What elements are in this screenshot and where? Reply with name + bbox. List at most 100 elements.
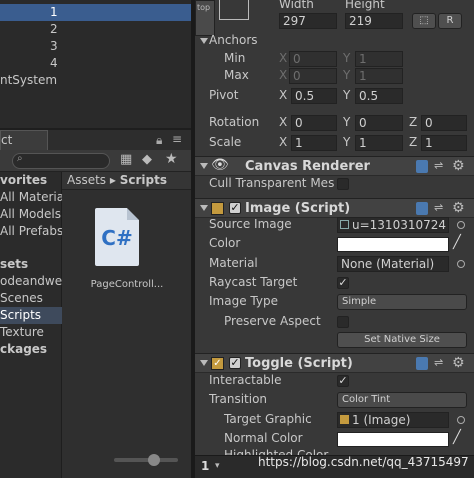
width-field[interactable]: 297 [279,13,337,29]
preset-icon[interactable]: ⇌ [434,159,443,172]
pivot-y-field[interactable]: 0.5 [355,88,403,104]
image-enabled-checkbox[interactable]: ✓ [229,202,241,214]
cull-transparent-checkbox[interactable] [337,178,349,190]
breadcrumb-root[interactable]: Assets [67,173,106,187]
foldout-icon[interactable] [200,360,208,366]
project-toolbar: ⌕ ▦ ◆ ★ [0,150,191,172]
tree-item-folder[interactable]: odeandwe [0,273,62,290]
hierarchy-row[interactable]: ntSystem [0,72,191,89]
component-header-icons: ⇌ ⚙ [416,158,468,174]
tree-item-texture[interactable]: Texture [0,324,62,341]
foldout-icon[interactable] [200,205,208,211]
file-name[interactable]: PageControll... [72,279,182,290]
menu-icon[interactable]: ≡ [172,132,182,146]
label-tag-icon[interactable]: ◆ [142,152,152,167]
gear-icon[interactable]: ⚙ [452,200,465,216]
lock-icon[interactable]: 🔒︎ [156,133,162,148]
source-image-field[interactable]: u=1310310724 [337,217,449,233]
rotation-z-field[interactable]: 0 [421,115,467,131]
target-graphic-field[interactable]: 1 (Image) [337,412,449,428]
image-type-dropdown[interactable]: Simple [337,294,467,310]
height-label: Height [345,0,385,11]
object-picker-icon[interactable] [457,416,465,424]
help-book-icon[interactable] [416,357,428,370]
tree-item-favorites[interactable]: vorites [0,172,62,189]
toggle-enabled-checkbox[interactable]: ✓ [229,357,241,369]
anchor-max-y-field[interactable]: 1 [355,68,403,84]
project-tab[interactable]: ct [0,130,48,150]
object-picker-icon[interactable] [457,260,465,268]
set-native-size-button[interactable]: Set Native Size [337,332,467,348]
tree-item-all-prefabs[interactable]: All Prefabs [0,223,62,240]
icon-size-slider[interactable] [114,458,178,462]
hierarchy-row[interactable]: 4 [0,55,191,72]
foldout-icon[interactable] [200,38,208,44]
help-book-icon[interactable] [416,160,428,173]
slider-handle[interactable] [148,454,160,466]
pivot-x-field[interactable]: 0.5 [291,88,337,104]
x-axis-label: X [279,51,288,65]
eyedropper-icon[interactable]: ╱ [453,235,461,250]
rotation-x-field[interactable]: 0 [291,115,337,131]
anchor-max-x-field[interactable]: 0 [289,68,337,84]
filter-type-icon[interactable]: ▦ [120,152,132,167]
breadcrumb-current[interactable]: Scripts [120,173,167,187]
material-field[interactable]: None (Material) [337,256,449,272]
gear-icon[interactable]: ⚙ [452,355,465,371]
foldout-icon[interactable] [200,163,208,169]
tree-item-all-models[interactable]: All Models [0,206,62,223]
toggle-component-header[interactable]: ✓ ✓ Toggle (Script) ⇌ ⚙ [195,353,474,373]
tree-item-scenes[interactable]: Scenes [0,290,62,307]
interactable-checkbox[interactable]: ✓ [337,375,349,387]
component-title: Image (Script) [245,201,351,216]
component-title: Toggle (Script) [245,356,353,371]
image-component-header[interactable]: ✓ Image (Script) ⇌ ⚙ [195,198,474,218]
rotation-y-field[interactable]: 0 [355,115,403,131]
width-label: Width [279,0,314,11]
sprite-icon [340,220,349,229]
canvas-renderer-header[interactable]: 👁︎ Canvas Renderer ⇌ ⚙ [195,156,474,176]
csharp-file-icon[interactable]: C# [95,208,139,266]
scale-label: Scale [209,135,242,149]
object-picker-icon[interactable] [457,221,465,229]
anchor-min-y-field[interactable]: 1 [355,51,403,67]
eyedropper-icon[interactable]: ╱ [453,430,461,445]
height-field[interactable]: 219 [345,13,403,29]
z-axis-label: Z [409,115,418,129]
scale-z-field[interactable]: 1 [421,135,467,151]
gear-icon[interactable]: ⚙ [452,158,465,174]
scale-x-field[interactable]: 1 [291,135,337,151]
inspector-panel: top Width Height 297 219 ⬚ R Anchors Min… [195,0,474,478]
anchor-preset-side[interactable]: top [195,0,215,36]
anchor-min-x-field[interactable]: 0 [289,51,337,67]
hierarchy-row-label: 2 [50,22,58,36]
asset-view: Assets ▸ Scripts C# PageControll... [62,172,191,478]
tree-item-packages[interactable]: ckages [0,341,62,358]
hierarchy-panel: 1 2 3 4 ntSystem [0,0,191,128]
tree-item-scripts[interactable]: Scripts [0,307,62,324]
normal-color-swatch[interactable] [337,432,449,447]
hierarchy-row[interactable]: 1 [0,4,191,21]
component-title: Canvas Renderer [245,159,370,174]
y-axis-label: Y [343,51,351,65]
anchor-preset-box[interactable] [219,0,249,20]
color-swatch[interactable] [337,237,449,252]
preserve-aspect-checkbox[interactable] [337,316,349,328]
raw-edit-button[interactable]: R [438,13,462,29]
search-input[interactable]: ⌕ [12,153,110,169]
favorite-star-icon[interactable]: ★ [165,151,178,167]
chevron-down-icon[interactable]: ▾ [215,461,220,471]
help-book-icon[interactable] [416,202,428,215]
hierarchy-row[interactable]: 2 [0,21,191,38]
tree-item-assets[interactable]: sets [0,256,62,273]
preset-icon[interactable]: ⇌ [434,201,443,214]
tree-item-all-materials[interactable]: All Materials [0,189,62,206]
preserve-aspect-label: Preserve Aspect [224,314,321,328]
preset-icon[interactable]: ⇌ [434,356,443,369]
csharp-icon-text: C# [101,226,133,250]
scale-y-field[interactable]: 1 [355,135,403,151]
hierarchy-row[interactable]: 3 [0,38,191,55]
raycast-target-checkbox[interactable]: ✓ [337,277,349,289]
blueprint-button[interactable]: ⬚ [412,13,436,29]
transition-dropdown[interactable]: Color Tint [337,392,467,408]
